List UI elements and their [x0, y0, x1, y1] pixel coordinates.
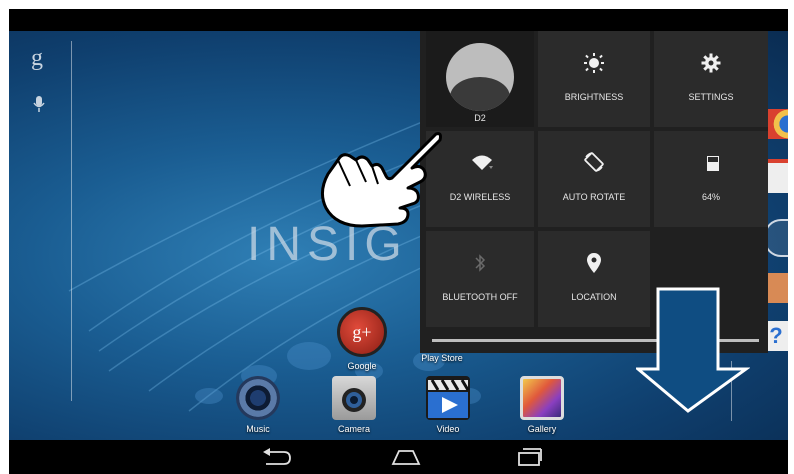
app-video[interactable]: Video [413, 376, 483, 434]
home-icon[interactable] [389, 448, 423, 466]
app-label: Video [436, 424, 460, 434]
back-icon[interactable] [262, 448, 292, 466]
user-avatar [446, 43, 514, 111]
tile-label: 64% [701, 192, 720, 202]
camera-icon [332, 376, 376, 420]
app-google[interactable]: g+ Google [327, 307, 397, 371]
tile-label: LOCATION [571, 292, 617, 302]
music-icon [236, 376, 280, 420]
location-tile[interactable]: LOCATION [538, 231, 650, 327]
swipe-down-arrow [636, 287, 750, 413]
app-label: Music [246, 424, 270, 434]
bluetooth-icon [475, 254, 486, 272]
video-icon [426, 376, 470, 420]
app-camera[interactable]: Camera [319, 376, 389, 434]
recents-icon[interactable] [517, 448, 543, 466]
tile-label: AUTO ROTATE [562, 192, 626, 202]
battery-icon [707, 156, 719, 171]
auto-rotate-tile[interactable]: AUTO ROTATE [538, 131, 650, 227]
auto-rotate-icon [584, 152, 604, 172]
tile-label: BRIGHTNESS [564, 92, 624, 102]
tile-label: BLUETOOTH OFF [442, 292, 518, 302]
left-divider [71, 41, 72, 401]
tablet-screen: g INSIG g+ Google Play Store Music Camer… [0, 0, 794, 474]
app-music[interactable]: Music [223, 376, 293, 434]
gallery-icon [520, 376, 564, 420]
app-label: Camera [337, 424, 370, 434]
settings-tile[interactable]: SETTINGS [654, 31, 768, 127]
microphone-icon[interactable] [33, 95, 45, 118]
brightness-icon [584, 53, 604, 73]
tile-label: D2 [474, 113, 486, 123]
navigation-bar [9, 440, 788, 474]
user-tile[interactable]: D2 [426, 31, 534, 127]
app-label: Google [347, 361, 377, 371]
tile-label: SETTINGS [688, 92, 734, 102]
gear-icon [701, 53, 721, 73]
brightness-tile[interactable]: BRIGHTNESS [538, 31, 650, 127]
bluetooth-tile[interactable]: BLUETOOTH OFF [426, 231, 534, 327]
google-search-icon[interactable]: g [31, 45, 43, 72]
app-gallery[interactable]: Gallery [507, 376, 577, 434]
google-plus-icon: g+ [337, 307, 387, 357]
location-pin-icon [587, 253, 601, 273]
battery-fill [708, 161, 718, 170]
app-label: Gallery [527, 424, 557, 434]
status-bar[interactable] [9, 9, 788, 31]
wifi-icon [472, 155, 493, 170]
battery-tile[interactable]: 64% [654, 131, 768, 227]
tapping-hand-illustration [321, 132, 442, 228]
app-label: Play Store [421, 353, 463, 363]
